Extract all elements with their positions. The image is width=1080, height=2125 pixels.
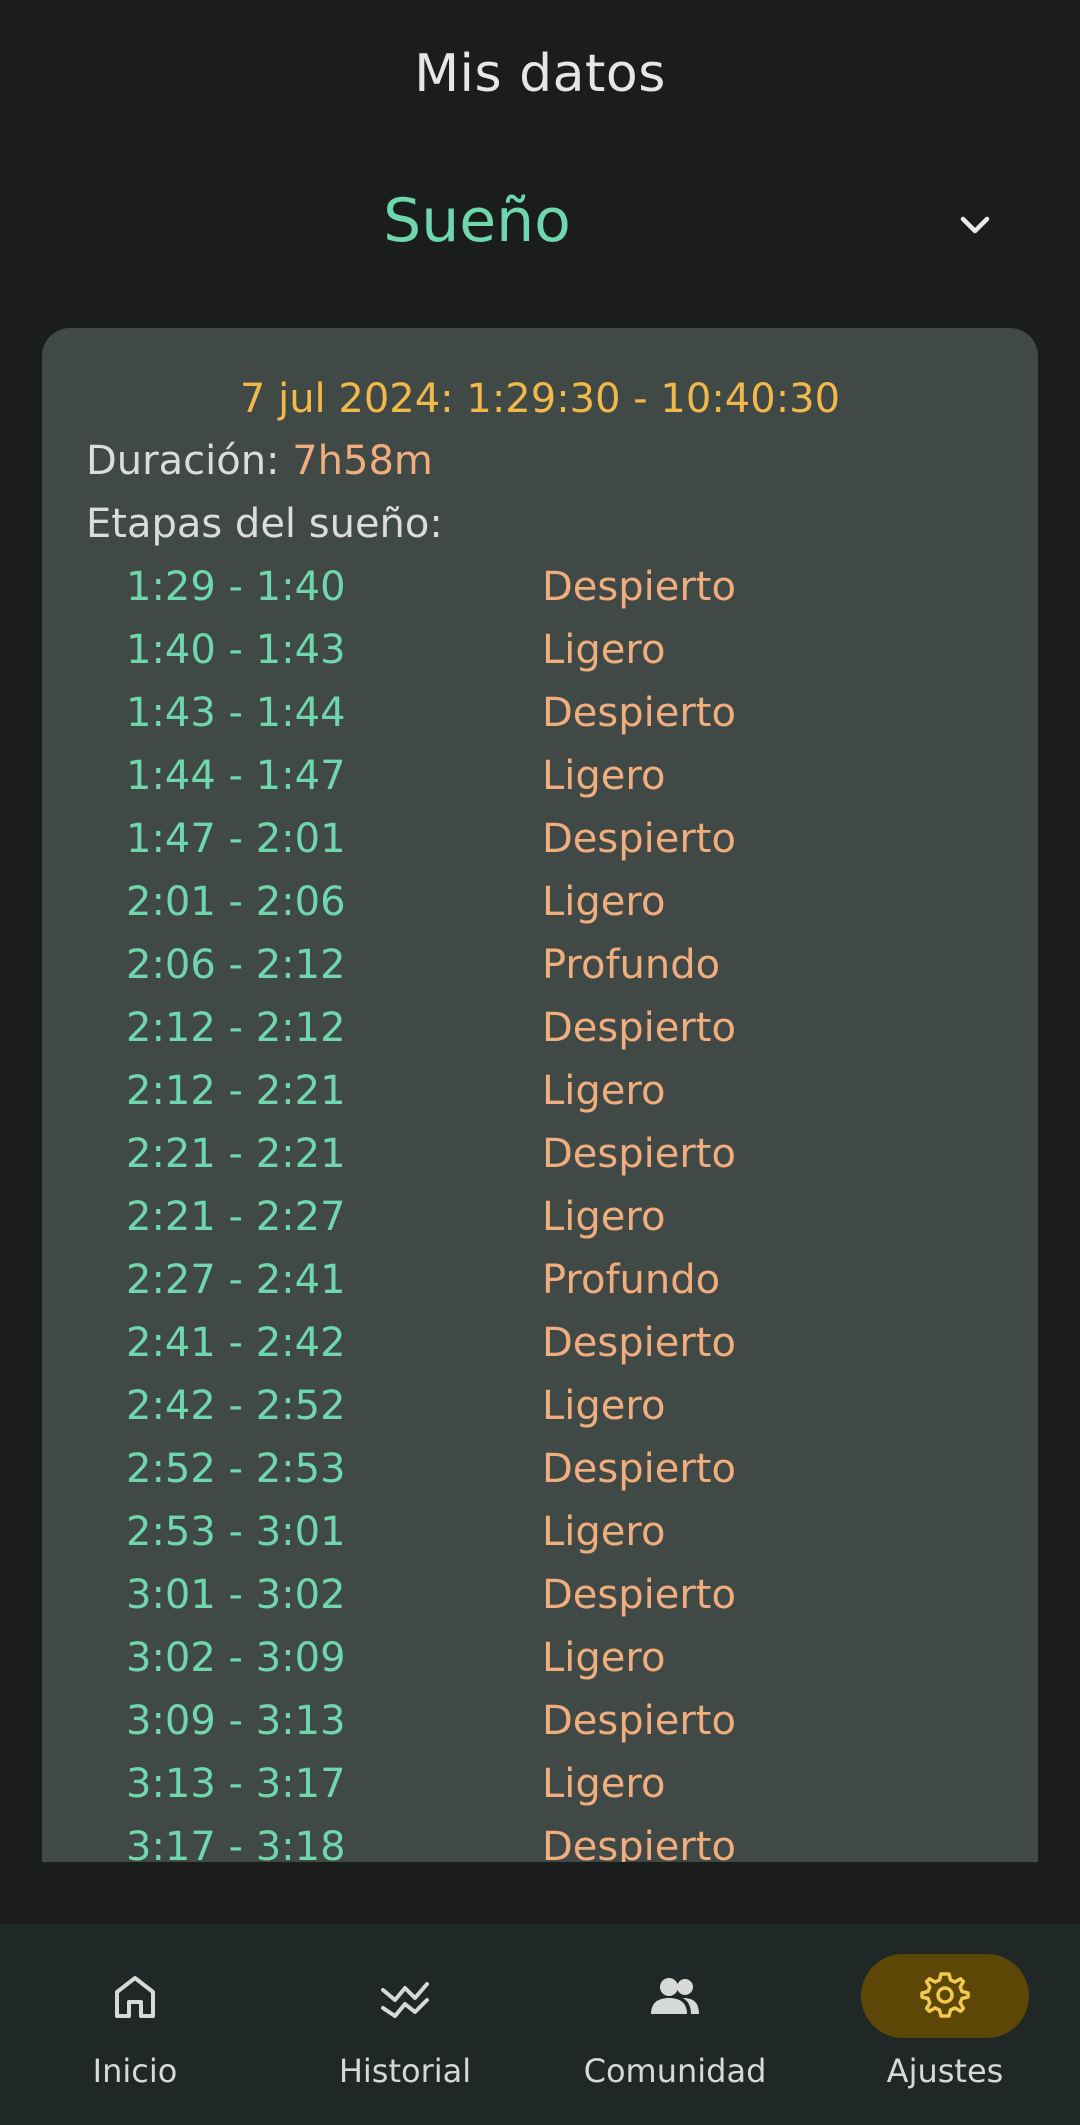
stage-row: 1:43 - 1:44 Despierto bbox=[42, 690, 1038, 753]
stage-type: Ligero bbox=[542, 1194, 666, 1240]
stage-type: Despierto bbox=[542, 1824, 736, 1862]
stage-time: 2:42 - 2:52 bbox=[126, 1383, 346, 1429]
stage-type: Despierto bbox=[542, 564, 736, 610]
stage-row: 1:29 - 1:40 Despierto bbox=[42, 564, 1038, 627]
stage-type: Despierto bbox=[542, 1005, 736, 1051]
stage-row: 1:47 - 2:01 Despierto bbox=[42, 816, 1038, 879]
stage-time: 2:06 - 2:12 bbox=[126, 942, 346, 988]
nav-label: Comunidad bbox=[583, 2052, 767, 2090]
stage-type: Despierto bbox=[542, 1131, 736, 1177]
stage-row: 2:21 - 2:27 Ligero bbox=[42, 1194, 1038, 1257]
stage-time: 2:12 - 2:12 bbox=[126, 1005, 346, 1051]
stage-time: 1:47 - 2:01 bbox=[126, 816, 346, 862]
duration-value: 7h58m bbox=[292, 438, 433, 484]
stages-heading: Etapas del sueño: bbox=[86, 501, 443, 547]
screen: Mis datos Sueño 7 jul 2024: 1:29:30 - 10… bbox=[0, 0, 1080, 2125]
stage-type: Despierto bbox=[542, 1320, 736, 1366]
stage-time: 1:29 - 1:40 bbox=[126, 564, 346, 610]
stage-type: Ligero bbox=[542, 753, 666, 799]
nav-label: Ajustes bbox=[886, 2052, 1004, 2090]
stage-time: 3:01 - 3:02 bbox=[126, 1572, 346, 1618]
stage-type: Ligero bbox=[542, 627, 666, 673]
stage-type: Ligero bbox=[542, 1509, 666, 1555]
stage-time: 1:40 - 1:43 bbox=[126, 627, 346, 673]
stage-time: 2:21 - 2:27 bbox=[126, 1194, 346, 1240]
stage-type: Ligero bbox=[542, 1068, 666, 1114]
stage-row: 2:21 - 2:21 Despierto bbox=[42, 1131, 1038, 1194]
nav-item-inicio[interactable]: Inicio bbox=[0, 1924, 270, 2125]
stage-row: 2:27 - 2:41 Profundo bbox=[42, 1257, 1038, 1320]
bottom-navigation: Inicio Historial Comunidad Ajustes bbox=[0, 1924, 1080, 2125]
stage-type: Ligero bbox=[542, 1383, 666, 1429]
stage-type: Profundo bbox=[542, 1257, 721, 1303]
nav-item-comunidad[interactable]: Comunidad bbox=[540, 1924, 810, 2125]
category-selector-label: Sueño bbox=[383, 186, 571, 256]
stage-row: 2:53 - 3:01 Ligero bbox=[42, 1509, 1038, 1572]
stage-type: Despierto bbox=[542, 816, 736, 862]
sleep-card: 7 jul 2024: 1:29:30 - 10:40:30 Duración:… bbox=[42, 328, 1038, 1862]
gear-icon bbox=[920, 1972, 970, 2018]
stage-row: 2:12 - 2:12 Despierto bbox=[42, 1005, 1038, 1068]
trend-icon bbox=[381, 1982, 429, 2018]
stage-row: 3:09 - 3:13 Despierto bbox=[42, 1698, 1038, 1761]
people-icon bbox=[651, 1978, 699, 2014]
nav-label: Historial bbox=[338, 2052, 472, 2090]
stage-row: 3:13 - 3:17 Ligero bbox=[42, 1761, 1038, 1824]
stage-time: 2:52 - 2:53 bbox=[126, 1446, 346, 1492]
stage-type: Despierto bbox=[542, 1698, 736, 1744]
stage-time: 2:01 - 2:06 bbox=[126, 879, 346, 925]
stage-type: Ligero bbox=[542, 1761, 666, 1807]
stage-row: 3:02 - 3:09 Ligero bbox=[42, 1635, 1038, 1698]
nav-item-ajustes[interactable]: Ajustes bbox=[810, 1924, 1080, 2125]
home-icon bbox=[115, 1976, 155, 2018]
stage-time: 2:27 - 2:41 bbox=[126, 1257, 346, 1303]
nav-label: Inicio bbox=[92, 2052, 178, 2090]
nav-item-historial[interactable]: Historial bbox=[270, 1924, 540, 2125]
category-selector[interactable]: Sueño bbox=[0, 180, 1080, 270]
stage-time: 3:13 - 3:17 bbox=[126, 1761, 346, 1807]
chevron-down-icon[interactable] bbox=[955, 206, 995, 246]
stage-row: 2:41 - 2:42 Despierto bbox=[42, 1320, 1038, 1383]
stage-time: 2:21 - 2:21 bbox=[126, 1131, 346, 1177]
stage-time: 2:53 - 3:01 bbox=[126, 1509, 346, 1555]
stage-type: Despierto bbox=[542, 1446, 736, 1492]
sleep-duration: Duración: 7h58m bbox=[86, 438, 433, 484]
stage-type: Ligero bbox=[542, 879, 666, 925]
stage-row: 1:40 - 1:43 Ligero bbox=[42, 627, 1038, 690]
page-title: Mis datos bbox=[414, 44, 666, 104]
stage-time: 1:44 - 1:47 bbox=[126, 753, 346, 799]
stage-row: 3:17 - 3:18 Despierto bbox=[42, 1824, 1038, 1862]
stage-time: 3:17 - 3:18 bbox=[126, 1824, 346, 1862]
stage-row: 2:52 - 2:53 Despierto bbox=[42, 1446, 1038, 1509]
stage-row: 2:12 - 2:21 Ligero bbox=[42, 1068, 1038, 1131]
stage-row: 2:01 - 2:06 Ligero bbox=[42, 879, 1038, 942]
stage-time: 3:09 - 3:13 bbox=[126, 1698, 346, 1744]
stage-type: Profundo bbox=[542, 942, 721, 988]
stage-row: 2:06 - 2:12 Profundo bbox=[42, 942, 1038, 1005]
stage-row: 1:44 - 1:47 Ligero bbox=[42, 753, 1038, 816]
stage-type: Despierto bbox=[542, 690, 736, 736]
stage-time: 3:02 - 3:09 bbox=[126, 1635, 346, 1681]
duration-label: Duración: bbox=[86, 438, 293, 484]
sleep-date-range: 7 jul 2024: 1:29:30 - 10:40:30 bbox=[239, 376, 841, 422]
stage-type: Ligero bbox=[542, 1635, 666, 1681]
stage-time: 2:12 - 2:21 bbox=[126, 1068, 346, 1114]
stage-time: 1:43 - 1:44 bbox=[126, 690, 346, 736]
stage-time: 2:41 - 2:42 bbox=[126, 1320, 346, 1366]
stage-row: 2:42 - 2:52 Ligero bbox=[42, 1383, 1038, 1446]
stage-type: Despierto bbox=[542, 1572, 736, 1618]
stage-row: 3:01 - 3:02 Despierto bbox=[42, 1572, 1038, 1635]
stage-list[interactable]: 1:29 - 1:40 Despierto 1:40 - 1:43 Ligero 1:4… bbox=[42, 564, 1038, 1862]
